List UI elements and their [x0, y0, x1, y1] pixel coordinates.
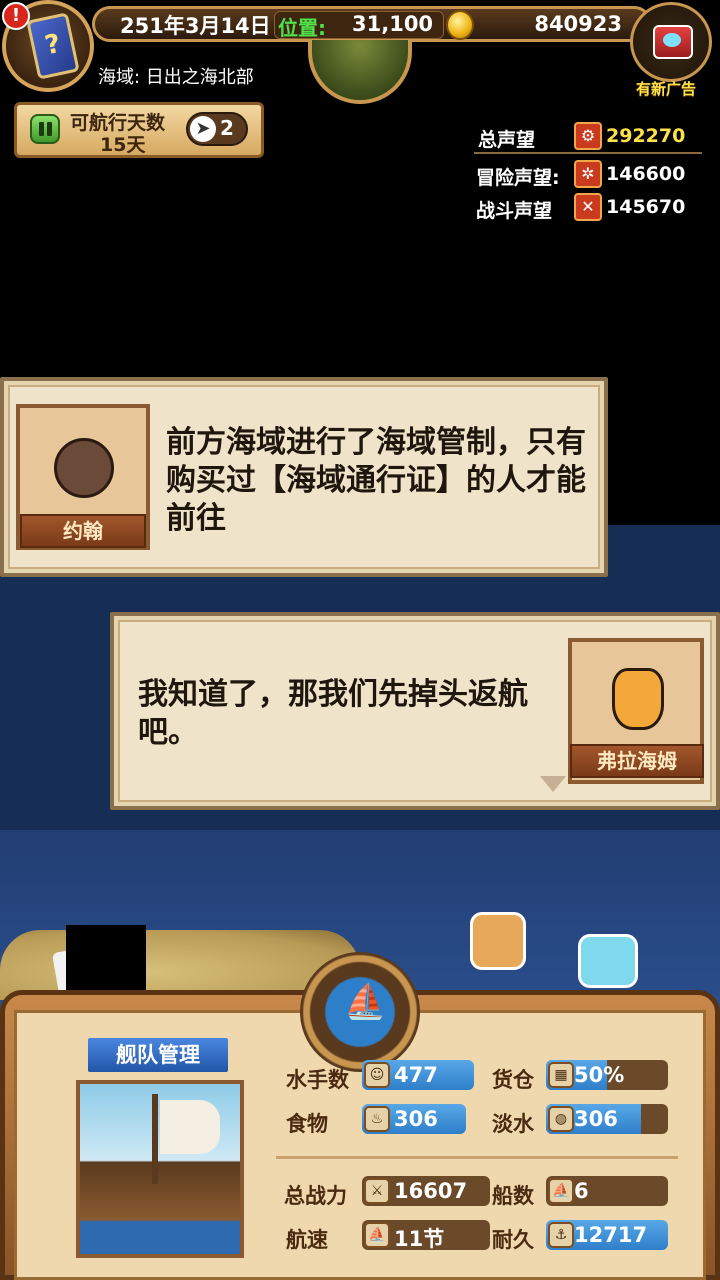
adventure-icon: ✲ [574, 160, 602, 188]
dialog-text-john: 前方海域进行了海域管制，只有购买过【海域通行证】的人才能前往 [166, 425, 586, 536]
speed-value: 11节 [394, 1227, 445, 1251]
sailor-icon: ☺ [364, 1062, 390, 1088]
sailors-label: 水手数 [286, 1068, 349, 1092]
adventure-reputation-label: 冒险声望: [476, 167, 560, 189]
speed-label: 航速 [286, 1228, 328, 1252]
cargo-value: 50% [574, 1063, 625, 1087]
reputation-icon: ⚙ [574, 122, 602, 150]
ad-label[interactable]: 有新广告 [636, 78, 696, 99]
gold-amount: 840923 [534, 12, 622, 36]
crossed-swords-icon: ✕ [574, 193, 602, 221]
auto-sail-count: 2 [220, 116, 234, 140]
dialog-text-player: 我知道了，那我们先掉头返航吧。 [138, 677, 528, 750]
water-value: 306 [574, 1107, 618, 1131]
power-value: 16607 [394, 1179, 468, 1203]
john-name-plate: 约翰 [20, 514, 146, 548]
durability-label: 耐久 [492, 1228, 534, 1252]
position-value: 31,100 [352, 12, 434, 36]
john-avatar [54, 438, 114, 498]
sea-area-label: 海域: 日出之海北部 [98, 67, 254, 88]
redacted-block [66, 925, 146, 991]
flagship-image[interactable] [76, 1080, 244, 1258]
position-label: 位置: [278, 16, 326, 40]
cat-pet-icon[interactable] [578, 934, 638, 988]
player-name-plate: 弗拉海姆 [570, 744, 704, 778]
book-icon: ? [26, 12, 80, 80]
cargo-label: 货仓 [492, 1068, 534, 1092]
stats-divider [276, 1156, 678, 1159]
alert-badge: ! [2, 2, 30, 30]
battle-reputation-label: 战斗声望 [476, 200, 553, 222]
battle-reputation-value: 145670 [606, 196, 686, 218]
ad-reward-button[interactable] [630, 2, 712, 82]
pause-button[interactable] [30, 114, 60, 144]
sail-icon: ⛵ [364, 1222, 390, 1248]
food-value: 306 [394, 1107, 438, 1131]
durability-value: 12717 [574, 1223, 648, 1247]
voyage-days-value: 15天 [100, 134, 146, 156]
water-label: 淡水 [492, 1112, 534, 1136]
sailors-value: 477 [394, 1063, 438, 1087]
total-reputation-value: 292270 [606, 125, 686, 147]
repair-icon: ⚓ [548, 1222, 574, 1248]
mast-shape [152, 1094, 158, 1184]
total-reputation-label: 总声望 [478, 129, 536, 151]
continue-arrow-icon[interactable] [540, 776, 566, 792]
ships-label: 船数 [492, 1184, 534, 1208]
water-jug-icon: ◍ [548, 1106, 574, 1132]
pause-bar-icon [39, 122, 44, 136]
gem-icon [663, 33, 681, 47]
shiba-pet-icon[interactable] [470, 912, 526, 970]
power-label: 总战力 [284, 1184, 347, 1208]
gold-coin-icon [446, 10, 474, 40]
fleet-management-button[interactable]: 舰队管理 [86, 1036, 230, 1074]
food-label: 食物 [286, 1112, 328, 1136]
swords-icon: ⚔ [364, 1178, 390, 1204]
boat-icon: ⛵ [548, 1178, 574, 1204]
cursor-icon: ➤ [190, 116, 216, 142]
meat-icon: ♨ [364, 1106, 390, 1132]
ship-icon: ⛵ [344, 982, 387, 1022]
game-date: 251年3月14日 [120, 14, 271, 38]
sail-shape [160, 1100, 220, 1154]
crate-icon: ▦ [548, 1062, 574, 1088]
adventure-reputation-value: 146600 [606, 163, 686, 185]
pause-bar-icon [47, 122, 52, 136]
ships-value: 6 [574, 1179, 589, 1203]
player-avatar [612, 668, 664, 730]
reputation-divider [474, 152, 702, 154]
